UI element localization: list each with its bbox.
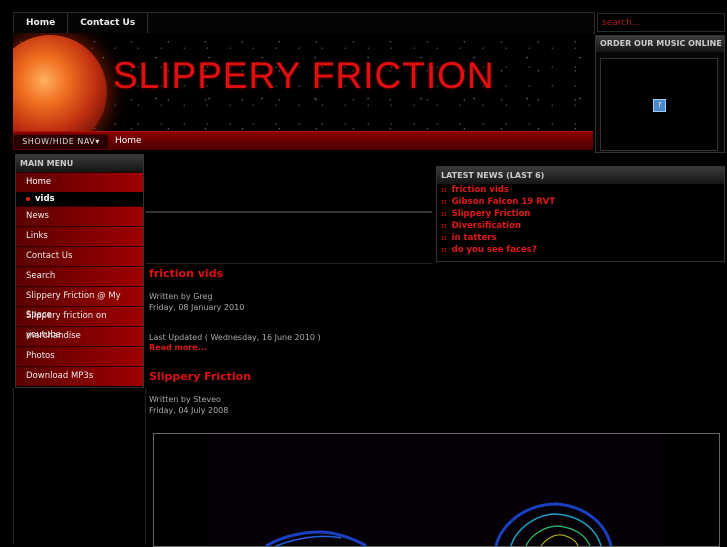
banner-area [146,163,432,212]
news-item[interactable]: :: friction vids [437,184,724,196]
menu-item-contact[interactable]: Contact Us [16,246,143,266]
top-nav-contact[interactable]: Contact Us [68,13,149,33]
read-more-link[interactable]: Read more... [149,343,724,352]
thermal-image [265,502,613,546]
menu-item-myspace[interactable]: Slippery Friction @ My Space [16,286,143,320]
article-updated: Last Updated ( Wednesday, 16 June 2010 ) [149,333,321,342]
bullet-icon: :: [441,210,447,218]
latest-news: LATEST NEWS (LAST 6) :: friction vids :: G… [436,166,725,262]
menu-item-vids[interactable]: vids [16,192,143,206]
main-menu-title: MAIN MENU [16,155,143,172]
main-menu: MAIN MENU Home vids News Links Contact U… [15,154,144,388]
news-link[interactable]: friction vids [452,185,509,195]
bullet-icon: :: [441,246,447,254]
bullet-icon: :: [441,186,447,194]
bullet-icon [26,196,30,201]
menu-item-search[interactable]: Search [16,266,143,286]
site-title: SLIPPERY FRICTION [113,55,495,96]
menu-item-youtube[interactable]: Slippery friction on youtube [16,306,143,340]
bullet-icon: :: [441,234,447,242]
news-link[interactable]: Slippery Friction [452,209,531,219]
article-date: Friday, 08 January 2010 [149,303,245,312]
menu-item-vids-label: vids [35,194,55,204]
menu-item-photos[interactable]: Photos [16,346,143,366]
top-nav-home[interactable]: Home [14,13,69,33]
news-link[interactable]: Gibson Falcon 19 RVT [452,197,555,207]
moon-logo [13,35,107,131]
top-nav: Home Contact Us [13,12,595,34]
menu-item-home[interactable]: Home [16,172,143,192]
news-item[interactable]: :: in tatters [437,232,724,244]
left-column-filler [13,388,146,545]
show-hide-nav-button[interactable]: SHOW/HIDE NAV▾ [13,134,109,150]
article-image-content [206,434,666,546]
news-link[interactable]: in tatters [452,233,497,243]
menu-item-merchandise[interactable]: merchandise [16,326,143,346]
menu-item-links[interactable]: Links [16,226,143,246]
order-box-title: ORDER OUR MUSIC ONLINE [596,36,724,52]
breadcrumb-home[interactable]: Home [115,132,142,150]
menu-item-news[interactable]: News [16,206,143,226]
search-input[interactable]: search... [597,13,725,32]
news-item[interactable]: :: do you see faces? [437,244,724,256]
news-link[interactable]: Diversification [452,221,521,231]
missing-plugin-icon: ? [653,99,666,112]
order-widget[interactable]: ? [600,58,718,151]
order-music-box: ORDER OUR MUSIC ONLINE ? [595,35,725,153]
nav-bar: SHOW/HIDE NAV▾ Home [13,131,593,150]
article-title[interactable]: Slippery Friction [149,369,724,385]
latest-news-title: LATEST NEWS (LAST 6) [437,167,724,184]
article-image [153,433,720,547]
news-item[interactable]: :: Gibson Falcon 19 RVT [437,196,724,208]
site-header: SLIPPERY FRICTION [13,33,593,131]
news-item[interactable]: :: Slippery Friction [437,208,724,220]
article-author: Written by Steveo [149,395,221,404]
news-item[interactable]: :: Diversification [437,220,724,232]
bullet-icon: :: [441,222,447,230]
article-date: Friday, 04 July 2008 [149,406,229,415]
menu-item-mp3s[interactable]: Download MP3s [16,366,143,386]
article-author: Written by Greg [149,292,213,301]
bullet-icon: :: [441,198,447,206]
main-content: friction vids Written by Greg Friday, 08… [149,266,724,416]
article-title[interactable]: friction vids [149,266,724,282]
banner-area-2 [146,212,432,264]
news-link[interactable]: do you see faces? [452,245,537,255]
